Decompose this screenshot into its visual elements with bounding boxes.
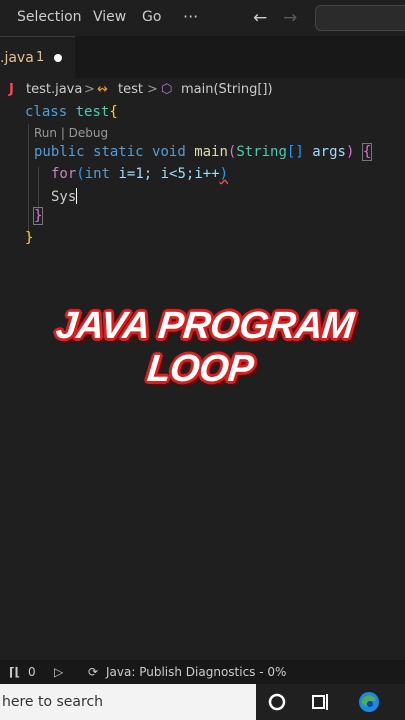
paren: ) bbox=[345, 144, 355, 160]
chevron-right-icon: > bbox=[84, 82, 95, 97]
windows-taskbar: here to search bbox=[0, 684, 405, 720]
keyword: class bbox=[25, 104, 68, 120]
edge-browser-icon[interactable] bbox=[357, 690, 381, 714]
task-view-circle-icon[interactable] bbox=[265, 690, 289, 714]
type-name: String bbox=[236, 144, 287, 160]
menu-go[interactable]: Go bbox=[142, 9, 161, 25]
keyword: void bbox=[152, 144, 186, 160]
text-cursor bbox=[76, 188, 78, 204]
code-line-5: } bbox=[32, 207, 44, 225]
tab-test-java[interactable]: .java 1 bbox=[0, 36, 75, 78]
brace-matched: { bbox=[361, 143, 373, 161]
java-file-icon: J bbox=[9, 82, 14, 97]
breadcrumb-class[interactable]: test bbox=[118, 82, 143, 97]
array-brackets: [] bbox=[286, 144, 304, 160]
breadcrumb: J test.java > ↭ test > ⬡ main(String[]) bbox=[0, 82, 405, 102]
breadcrumb-method[interactable]: main(String[]) bbox=[181, 82, 273, 97]
function-name: main bbox=[194, 144, 228, 160]
indent-guide bbox=[28, 124, 29, 244]
paren: ( bbox=[76, 166, 85, 182]
paren-error: ) bbox=[219, 166, 229, 182]
menu-view[interactable]: View bbox=[93, 9, 126, 25]
debug-icon[interactable]: ▷ bbox=[54, 665, 63, 679]
arrow-left-icon[interactable]: ← bbox=[253, 8, 267, 28]
menu-more[interactable]: ··· bbox=[183, 7, 198, 26]
typed-text: Sys bbox=[51, 189, 77, 205]
class-name: test bbox=[75, 104, 110, 120]
code-line-1: class test{ bbox=[25, 104, 118, 120]
loop-expression: i=1; i<5;i++ bbox=[118, 166, 220, 182]
tab-label: .java bbox=[0, 50, 34, 66]
code-line-2: public static void main(String[] args) { bbox=[34, 143, 373, 161]
unsaved-dot-icon[interactable] bbox=[54, 54, 62, 62]
keyword-for: for bbox=[51, 166, 77, 182]
class-icon: ↭ bbox=[97, 82, 108, 97]
menu-bar: Selection View Go ··· ← → bbox=[0, 0, 405, 36]
codelens-run-debug[interactable]: Run | Debug bbox=[34, 126, 108, 140]
brace: { bbox=[109, 104, 118, 120]
code-line-4: Sys bbox=[51, 188, 78, 205]
video-overlay-title: JAVA PROGRAM LOOP bbox=[53, 305, 356, 390]
arrow-right-icon[interactable]: → bbox=[283, 8, 297, 28]
chevron-right-icon: > bbox=[147, 82, 158, 97]
search-placeholder: here to search bbox=[2, 694, 104, 710]
sync-icon: ⟳ bbox=[88, 665, 99, 679]
status-diagnostics[interactable]: Java: Publish Diagnostics - 0% bbox=[106, 665, 286, 679]
param-name: args bbox=[312, 144, 346, 160]
menu-selection[interactable]: Selection bbox=[17, 9, 82, 25]
code-line-6: } bbox=[25, 230, 33, 246]
brace-matched: } bbox=[34, 208, 43, 224]
keyword: public bbox=[34, 144, 85, 160]
method-cube-icon: ⬡ bbox=[161, 82, 173, 97]
task-view-icon[interactable] bbox=[309, 690, 333, 714]
status-bar: ⌈⌊ 0 ▷ ⟳ Java: Publish Diagnostics - 0% bbox=[0, 660, 405, 684]
tab-bar: .java 1 bbox=[0, 36, 405, 78]
breadcrumb-file[interactable]: test.java bbox=[26, 82, 82, 97]
code-line-3: for(int i=1; i<5;i++) bbox=[51, 166, 228, 182]
keyword: static bbox=[93, 144, 144, 160]
keyword-int: int bbox=[84, 166, 111, 182]
taskbar-search-field[interactable]: here to search bbox=[0, 684, 256, 720]
brace: } bbox=[25, 230, 34, 246]
command-center-search[interactable] bbox=[315, 5, 405, 31]
ports-icon[interactable]: ⌈⌊ bbox=[9, 665, 20, 679]
tab-problem-count: 1 bbox=[36, 50, 45, 65]
ports-count[interactable]: 0 bbox=[28, 665, 36, 679]
